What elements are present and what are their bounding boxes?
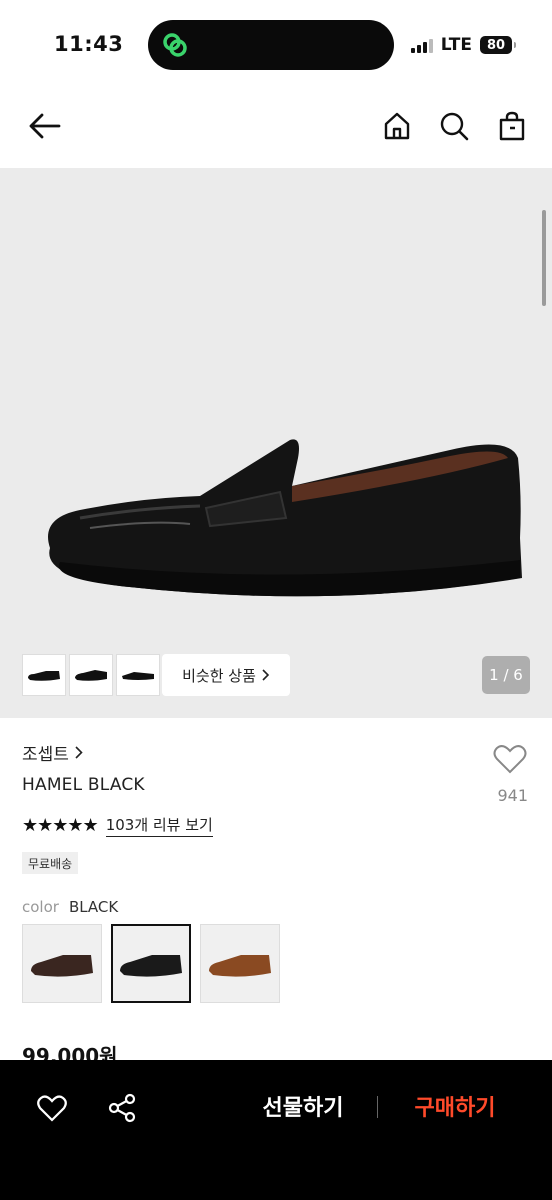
wishlist-heart-icon[interactable] <box>36 1092 68 1124</box>
rating-row: ★★★★★ 103개 리뷰 보기 <box>22 814 213 837</box>
brand-link[interactable]: 조셉트 <box>22 740 83 765</box>
chevron-right-icon <box>75 746 83 759</box>
image-pager: 1 / 6 <box>482 656 530 694</box>
shoe-swatch-image <box>120 954 182 977</box>
color-option-black[interactable] <box>111 924 191 1003</box>
shopping-bag-icon[interactable] <box>494 108 530 144</box>
link-app-icon <box>163 33 187 57</box>
gallery-scrollbar[interactable] <box>542 210 546 306</box>
search-icon[interactable] <box>436 108 472 144</box>
home-icon[interactable] <box>379 108 415 144</box>
top-navigation <box>0 96 552 156</box>
thumbnail-3[interactable] <box>116 654 160 696</box>
shoe-swatch-image <box>209 954 271 977</box>
buy-button[interactable]: 구매하기 <box>400 1090 510 1122</box>
color-row: color BLACK <box>22 898 118 916</box>
dynamic-island <box>148 20 394 70</box>
thumbnail-2[interactable] <box>69 654 113 696</box>
shoe-swatch-image <box>31 954 93 977</box>
status-time: 11:43 <box>54 32 124 56</box>
thumbnail-1[interactable] <box>22 654 66 696</box>
product-name: HAMEL BLACK <box>22 775 145 795</box>
share-icon[interactable] <box>106 1092 138 1124</box>
brand-name: 조셉트 <box>22 745 69 765</box>
status-indicators: LTE 80 <box>410 35 516 55</box>
like-button[interactable] <box>492 744 528 778</box>
color-options <box>22 924 280 1003</box>
loafer-image <box>48 439 522 597</box>
signal-icon <box>410 37 433 53</box>
free-shipping-badge: 무료배송 <box>22 852 79 874</box>
like-count: 941 <box>497 786 528 805</box>
star-rating-icon: ★★★★★ <box>22 815 99 836</box>
battery-icon: 80 <box>480 36 516 54</box>
heart-icon <box>493 745 527 774</box>
bottom-action-bar: 선물하기 구매하기 <box>0 1060 552 1200</box>
similar-products-label: 비슷한 상품 <box>182 666 256 685</box>
gift-button[interactable]: 선물하기 <box>248 1090 358 1122</box>
color-option-brown[interactable] <box>22 924 102 1003</box>
network-type: LTE <box>440 35 472 55</box>
similar-products-button[interactable]: 비슷한 상품 <box>162 654 290 696</box>
color-value: BLACK <box>68 898 119 916</box>
color-label: color <box>22 898 59 916</box>
chevron-right-icon <box>262 669 270 681</box>
product-image-gallery[interactable]: 비슷한 상품 1 / 6 <box>0 168 552 718</box>
color-option-tan[interactable] <box>200 924 280 1003</box>
status-bar: 11:43 LTE 80 <box>0 0 552 90</box>
thumbnail-strip <box>22 654 160 696</box>
battery-level: 80 <box>486 37 506 53</box>
review-link[interactable]: 103개 리뷰 보기 <box>105 814 213 837</box>
back-arrow-icon[interactable] <box>26 108 62 144</box>
divider <box>377 1096 378 1118</box>
